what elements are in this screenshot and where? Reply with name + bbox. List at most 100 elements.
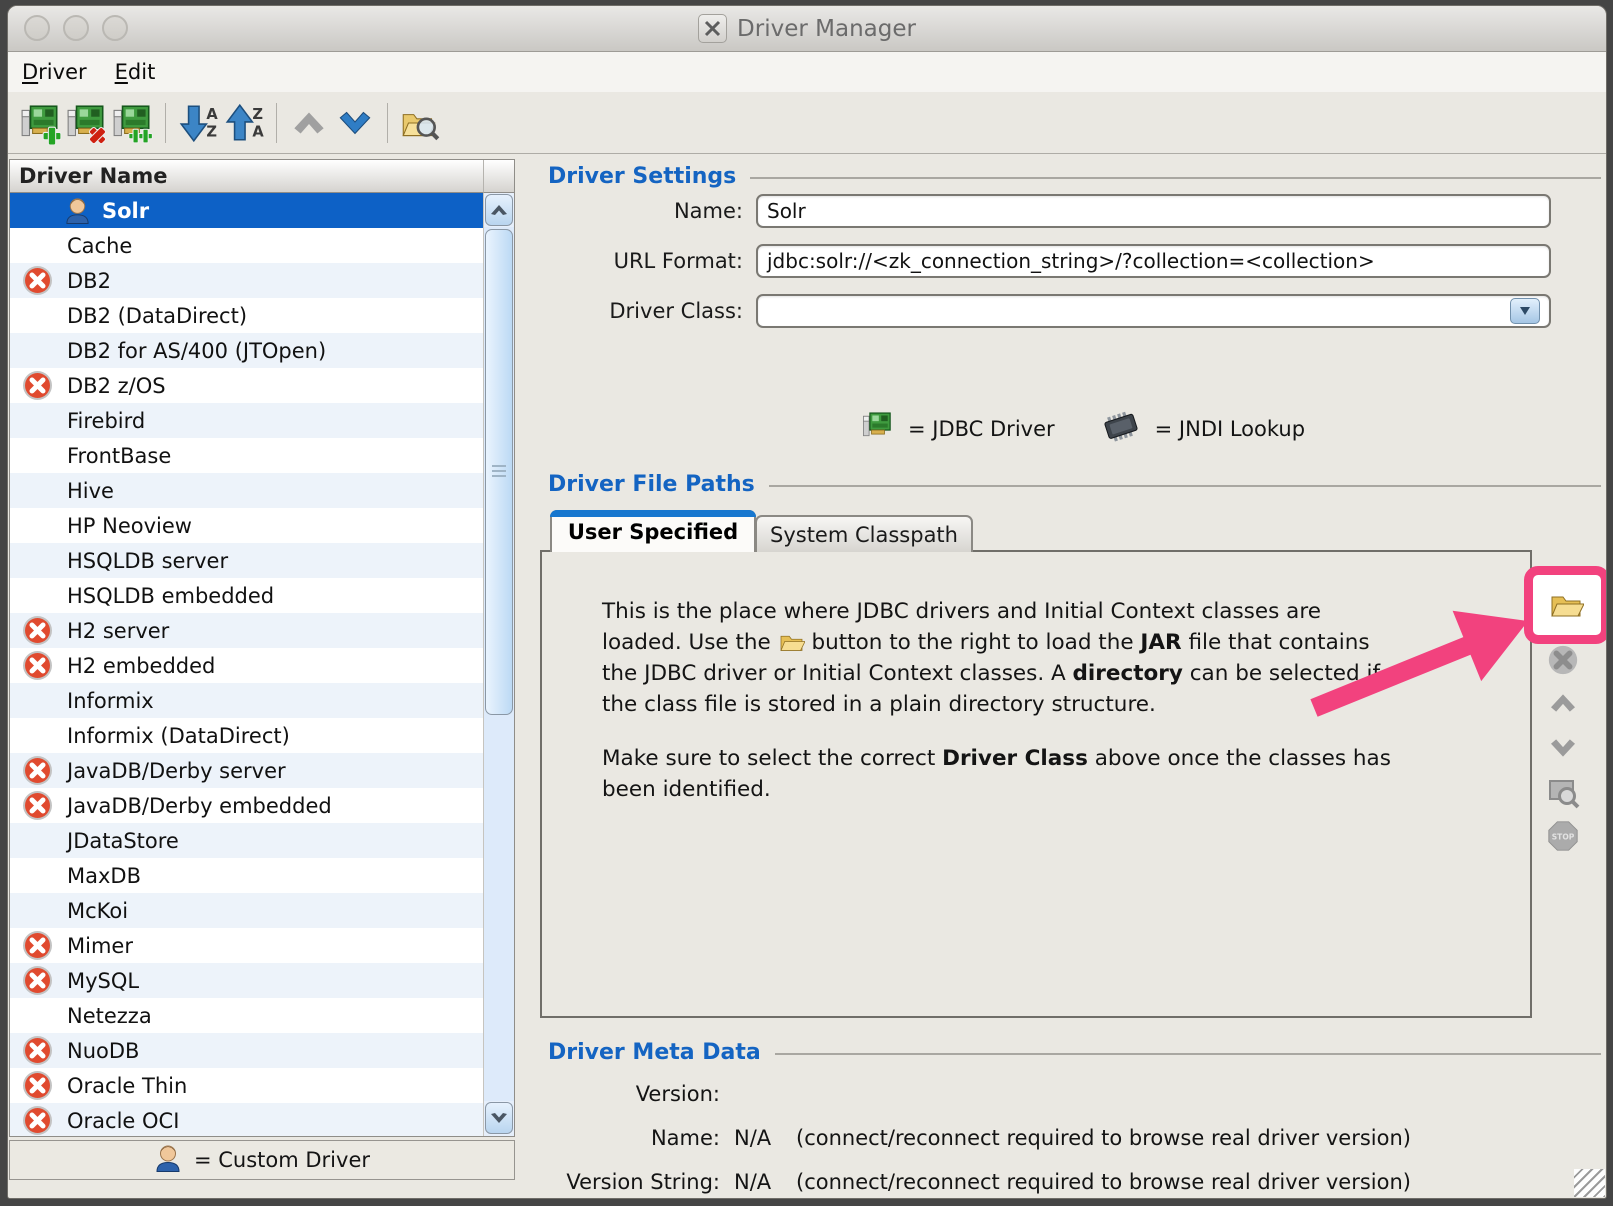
driver-settings-title: Driver Settings [548, 164, 736, 189]
driver-list-item-netezza[interactable]: Netezza [10, 998, 483, 1033]
driver-name-label: DB2 (DataDirect) [67, 304, 247, 328]
sort-descending-button[interactable]: A Z [175, 100, 221, 146]
driver-manager-window: Driver Manager Driver Edit [7, 5, 1607, 1199]
driver-list-item-oracle-thin[interactable]: Oracle Thin [10, 1068, 483, 1103]
remove-file-button[interactable] [1545, 642, 1581, 678]
sort-ascending-button[interactable]: Z A [221, 100, 267, 146]
move-up-button[interactable] [286, 100, 332, 146]
custom-driver-icon [154, 1142, 182, 1178]
driver-name-label: HSQLDB server [67, 549, 228, 573]
driver-name-label: H2 embedded [67, 654, 215, 678]
stop-button[interactable]: STOP [1545, 818, 1581, 854]
resize-grip[interactable] [1574, 1169, 1605, 1197]
driver-list-item-db2-for-as-400-jtopen-[interactable]: DB2 for AS/400 (JTOpen) [10, 333, 483, 368]
error-icon [22, 755, 53, 786]
driver-list-item-h2-server[interactable]: H2 server [10, 613, 483, 648]
driver-list-item-db2[interactable]: DB2 [10, 263, 483, 298]
zoom-button[interactable] [102, 15, 128, 41]
jndi-lookup-icon [1101, 409, 1143, 448]
driver-name-label: FrontBase [67, 444, 171, 468]
scan-driver-class-button[interactable] [1545, 774, 1581, 810]
driver-list-item-javadb-derby-server[interactable]: JavaDB/Derby server [10, 753, 483, 788]
right-panel: Driver Settings Name: Solr URL Format: j… [540, 154, 1607, 1199]
driver-list-item-oracle-oci[interactable]: Oracle OCI [10, 1103, 483, 1136]
toolbar: A Z Z A [8, 92, 1606, 154]
driver-list-item-nuodb[interactable]: NuoDB [10, 1033, 483, 1068]
custom-driver-legend: = Custom Driver [9, 1140, 515, 1180]
tab-system-classpath[interactable]: System Classpath [755, 515, 973, 552]
annotation-arrow [1240, 554, 1550, 734]
driver-list-item-mimer[interactable]: Mimer [10, 928, 483, 963]
driver-list-item-db2-datadirect-[interactable]: DB2 (DataDirect) [10, 298, 483, 333]
title-bar: Driver Manager [8, 6, 1606, 52]
driver-name-label: Informix (DataDirect) [67, 724, 290, 748]
driver-list-item-jdatastore[interactable]: JDataStore [10, 823, 483, 858]
driver-class-input[interactable] [756, 294, 1551, 328]
delete-driver-button[interactable] [64, 100, 110, 146]
driver-list-scrollbar [483, 193, 514, 1136]
driver-list-item-cache[interactable]: Cache [10, 228, 483, 263]
driver-list-item-hive[interactable]: Hive [10, 473, 483, 508]
error-icon [22, 265, 53, 296]
driver-name-column-header[interactable]: Driver Name [10, 160, 484, 193]
name-input[interactable]: Solr [756, 194, 1551, 228]
driver-list-item-javadb-derby-embedded[interactable]: JavaDB/Derby embedded [10, 788, 483, 823]
driver-name-label: DB2 for AS/400 (JTOpen) [67, 339, 326, 363]
driver-name-label: Netezza [67, 1004, 152, 1028]
close-button[interactable] [24, 15, 50, 41]
driver-name-label: MySQL [67, 969, 139, 993]
error-icon [22, 615, 53, 646]
copy-driver-button[interactable] [110, 100, 156, 146]
jndi-lookup-legend-text: = JNDI Lookup [1155, 417, 1305, 441]
driver-list-item-maxdb[interactable]: MaxDB [10, 858, 483, 893]
icon-legend: = JDBC Driver = JNDI Lookup [860, 409, 1305, 448]
folder-icon [778, 630, 805, 655]
driver-list-panel: Driver Name Solr Cache DB2 DB2 (DataDirect)… [9, 159, 515, 1137]
svg-text:STOP: STOP [1552, 832, 1575, 841]
meta-version-row: Version: [548, 1082, 796, 1106]
new-driver-button[interactable] [18, 100, 64, 146]
driver-name-label: Mimer [67, 934, 133, 958]
driver-list-item-mckoi[interactable]: McKoi [10, 893, 483, 928]
driver-list-item-hsqldb-server[interactable]: HSQLDB server [10, 543, 483, 578]
name-row: Name: Solr [548, 194, 1551, 228]
driver-class-dropdown-button[interactable] [1510, 298, 1540, 324]
driver-list-item-frontbase[interactable]: FrontBase [10, 438, 483, 473]
scroll-down-button[interactable] [485, 1102, 513, 1134]
tab-user-specified[interactable]: User Specified [550, 510, 756, 552]
driver-name-label: NuoDB [67, 1039, 139, 1063]
scrollbar-thumb[interactable] [485, 229, 513, 715]
load-driver-file-button[interactable] [1548, 586, 1584, 622]
menu-driver[interactable]: Driver [22, 60, 87, 84]
driver-list-item-informix[interactable]: Informix [10, 683, 483, 718]
driver-list-item-firebird[interactable]: Firebird [10, 403, 483, 438]
scroll-up-button[interactable] [485, 194, 513, 226]
menu-edit[interactable]: Edit [115, 60, 156, 84]
move-file-down-button[interactable] [1545, 730, 1581, 766]
main-content: Driver Name Solr Cache DB2 DB2 (DataDirect)… [8, 154, 1606, 1199]
driver-file-paths-title: Driver File Paths [548, 472, 755, 497]
minimize-button[interactable] [63, 15, 89, 41]
driver-list-item-h2-embedded[interactable]: H2 embedded [10, 648, 483, 683]
header-corner [484, 160, 514, 193]
driver-name-label: Informix [67, 689, 154, 713]
driver-list-item-db2-z-os[interactable]: DB2 z/OS [10, 368, 483, 403]
error-icon [22, 650, 53, 681]
error-icon [22, 1035, 53, 1066]
driver-name-label: McKoi [67, 899, 128, 923]
file-path-tabs: User Specified System Classpath [550, 510, 973, 552]
move-down-button[interactable] [332, 100, 378, 146]
toolbar-separator [276, 103, 277, 143]
find-driver-button[interactable] [397, 100, 443, 146]
error-icon [22, 930, 53, 961]
driver-list-item-hsqldb-embedded[interactable]: HSQLDB embedded [10, 578, 483, 613]
url-format-input[interactable]: jdbc:solr://<zk_connection_string>/?coll… [756, 244, 1551, 278]
driver-list-item-informix-datadirect-[interactable]: Informix (DataDirect) [10, 718, 483, 753]
driver-name-label: Cache [67, 234, 132, 258]
driver-name-label: JavaDB/Derby server [67, 759, 286, 783]
driver-list-item-solr[interactable]: Solr [10, 193, 483, 228]
move-file-up-button[interactable] [1545, 685, 1581, 721]
driver-file-paths-section: Driver File Paths [548, 472, 1601, 497]
driver-list-item-mysql[interactable]: MySQL [10, 963, 483, 998]
driver-list-item-hp-neoview[interactable]: HP Neoview [10, 508, 483, 543]
